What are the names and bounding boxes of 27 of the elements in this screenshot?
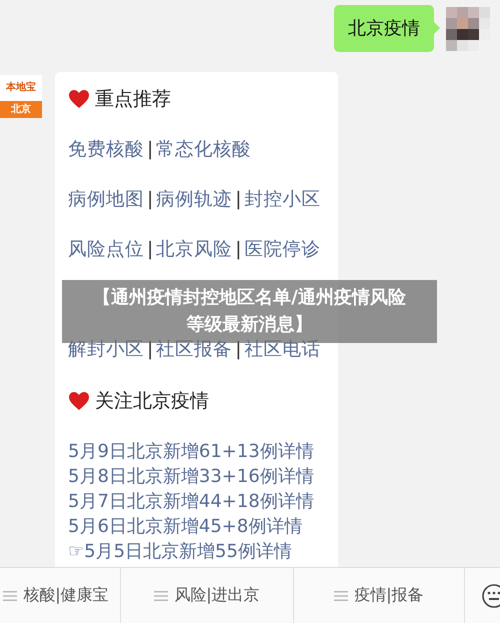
link[interactable]: 医院停诊 — [244, 239, 320, 260]
message-bubble: 北京疫情 — [334, 5, 434, 52]
menu-item[interactable]: 疫情|报备 — [294, 568, 465, 623]
news-link[interactable]: ☞5月5日北京新增55例详情 — [68, 539, 292, 564]
separator: | — [147, 139, 154, 160]
menu-item[interactable]: 风险|进出京 — [121, 568, 294, 623]
link[interactable]: 风险点位 — [68, 239, 144, 260]
news-link[interactable]: 5月7日北京新增44+18例详情 — [68, 489, 314, 514]
logo-text: 本地宝 — [4, 80, 37, 95]
separator: | — [235, 189, 242, 210]
news-link[interactable]: 5月8日北京新增33+16例详情 — [68, 464, 314, 489]
link[interactable]: 病例地图 — [68, 189, 144, 210]
section-title: 关注北京疫情 — [95, 389, 209, 414]
separator: | — [147, 239, 154, 260]
title-banner: 【通州疫情封控地区名单/通州疫情风险等级最新消息】 — [62, 280, 437, 343]
link[interactable]: 免费核酸 — [68, 139, 144, 160]
link[interactable]: 病例轨迹 — [156, 189, 232, 210]
link[interactable]: 常态化核酸 — [156, 139, 252, 160]
link[interactable]: 北京风险 — [156, 239, 232, 260]
separator: | — [235, 239, 242, 260]
link[interactable]: 封控小区 — [244, 189, 320, 210]
news-link[interactable]: 5月6日北京新增45+8例详情 — [68, 514, 302, 539]
news-link[interactable]: 5月9日北京新增61+13例详情 — [68, 439, 314, 464]
menu-item[interactable]: 核酸|健康宝 — [0, 568, 121, 623]
logo-city: 北京 — [0, 101, 42, 118]
section-title: 重点推荐 — [95, 87, 171, 112]
separator: | — [147, 189, 154, 210]
